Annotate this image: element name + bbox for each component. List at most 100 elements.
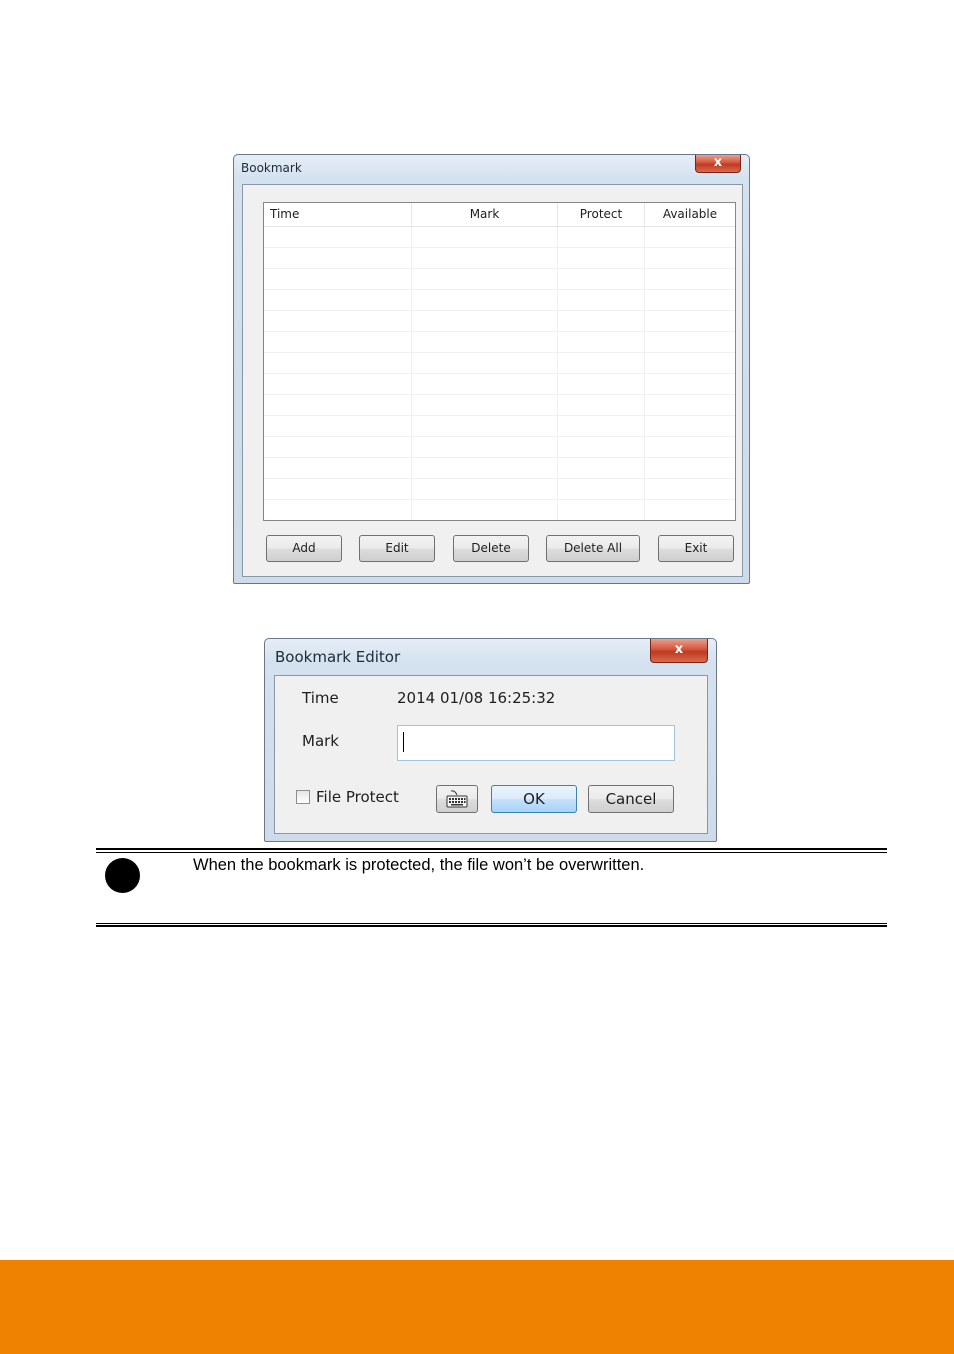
table-cell [412, 332, 558, 352]
table-row[interactable] [264, 332, 735, 353]
note-dot-icon [105, 858, 140, 893]
table-row[interactable] [264, 437, 735, 458]
table-cell [412, 374, 558, 394]
delete-button[interactable]: Delete [453, 535, 529, 562]
cancel-button[interactable]: Cancel [588, 785, 674, 813]
table-cell [412, 248, 558, 268]
footer-bar [0, 1260, 954, 1354]
table-cell [412, 437, 558, 457]
table-cell [645, 227, 735, 247]
table-row[interactable] [264, 479, 735, 500]
bookmark-list-header: Time Mark Protect Available [264, 203, 735, 227]
bookmark-editor-window: Bookmark Editor x Time 2014 01/08 16:25:… [264, 638, 717, 842]
bookmark-list[interactable]: Time Mark Protect Available [263, 202, 736, 521]
file-protect-label[interactable]: File Protect [316, 788, 399, 806]
table-cell [264, 311, 412, 331]
column-header-available[interactable]: Available [645, 203, 735, 226]
table-cell [558, 395, 645, 415]
table-cell [412, 227, 558, 247]
table-cell [264, 416, 412, 436]
table-cell [264, 248, 412, 268]
column-header-mark[interactable]: Mark [412, 203, 558, 226]
table-cell [412, 479, 558, 499]
table-cell [645, 500, 735, 520]
table-cell [558, 332, 645, 352]
bookmark-list-body [264, 227, 735, 520]
table-cell [645, 269, 735, 289]
editor-window-title: Bookmark Editor [275, 648, 401, 666]
table-cell [264, 437, 412, 457]
table-cell [264, 290, 412, 310]
keyboard-icon [446, 790, 468, 808]
time-label: Time [302, 689, 339, 707]
note-top-rule-thick [96, 848, 887, 850]
note-bottom-rule-thick [96, 925, 887, 927]
table-cell [558, 416, 645, 436]
text-caret [403, 732, 404, 752]
note-top-rule-thin [96, 852, 887, 853]
table-cell [264, 458, 412, 478]
exit-button[interactable]: Exit [658, 535, 734, 562]
table-cell [412, 353, 558, 373]
note-bottom-rule-thin [96, 923, 887, 924]
table-cell [412, 458, 558, 478]
bookmark-window: Bookmark x Time Mark Protect Available A… [233, 154, 750, 584]
table-cell [412, 395, 558, 415]
table-cell [645, 353, 735, 373]
table-cell [645, 395, 735, 415]
column-header-protect[interactable]: Protect [558, 203, 645, 226]
column-header-time[interactable]: Time [264, 203, 412, 226]
table-cell [558, 479, 645, 499]
bookmark-close-button[interactable]: x [695, 155, 741, 173]
mark-label: Mark [302, 732, 339, 750]
table-row[interactable] [264, 269, 735, 290]
table-row[interactable] [264, 395, 735, 416]
table-cell [412, 290, 558, 310]
table-cell [645, 332, 735, 352]
table-cell [412, 269, 558, 289]
bookmark-client-area: Time Mark Protect Available Add Edit Del… [242, 184, 743, 577]
file-protect-checkbox[interactable] [296, 790, 310, 804]
table-row[interactable] [264, 248, 735, 269]
table-cell [645, 458, 735, 478]
add-button[interactable]: Add [266, 535, 342, 562]
table-cell [645, 374, 735, 394]
table-cell [558, 458, 645, 478]
table-cell [645, 290, 735, 310]
table-cell [558, 311, 645, 331]
table-cell [264, 353, 412, 373]
table-cell [645, 416, 735, 436]
ok-button[interactable]: OK [491, 785, 577, 813]
table-row[interactable] [264, 227, 735, 248]
table-row[interactable] [264, 500, 735, 520]
mark-input[interactable] [397, 725, 675, 761]
table-cell [645, 437, 735, 457]
table-cell [558, 353, 645, 373]
table-cell [645, 311, 735, 331]
bookmark-window-title: Bookmark [241, 161, 302, 175]
table-row[interactable] [264, 416, 735, 437]
table-cell [264, 227, 412, 247]
table-cell [264, 479, 412, 499]
table-cell [645, 248, 735, 268]
table-cell [558, 269, 645, 289]
table-cell [264, 332, 412, 352]
keyboard-button[interactable] [436, 785, 478, 813]
table-cell [558, 290, 645, 310]
table-cell [645, 479, 735, 499]
editor-close-button[interactable]: x [650, 639, 708, 663]
delete-all-button[interactable]: Delete All [546, 535, 640, 562]
table-row[interactable] [264, 374, 735, 395]
table-cell [558, 374, 645, 394]
table-row[interactable] [264, 353, 735, 374]
table-cell [412, 416, 558, 436]
edit-button[interactable]: Edit [359, 535, 435, 562]
time-value: 2014 01/08 16:25:32 [397, 689, 556, 707]
table-cell [558, 437, 645, 457]
table-cell [558, 500, 645, 520]
table-row[interactable] [264, 290, 735, 311]
table-row[interactable] [264, 311, 735, 332]
close-icon: x [674, 642, 684, 657]
table-row[interactable] [264, 458, 735, 479]
table-cell [264, 500, 412, 520]
